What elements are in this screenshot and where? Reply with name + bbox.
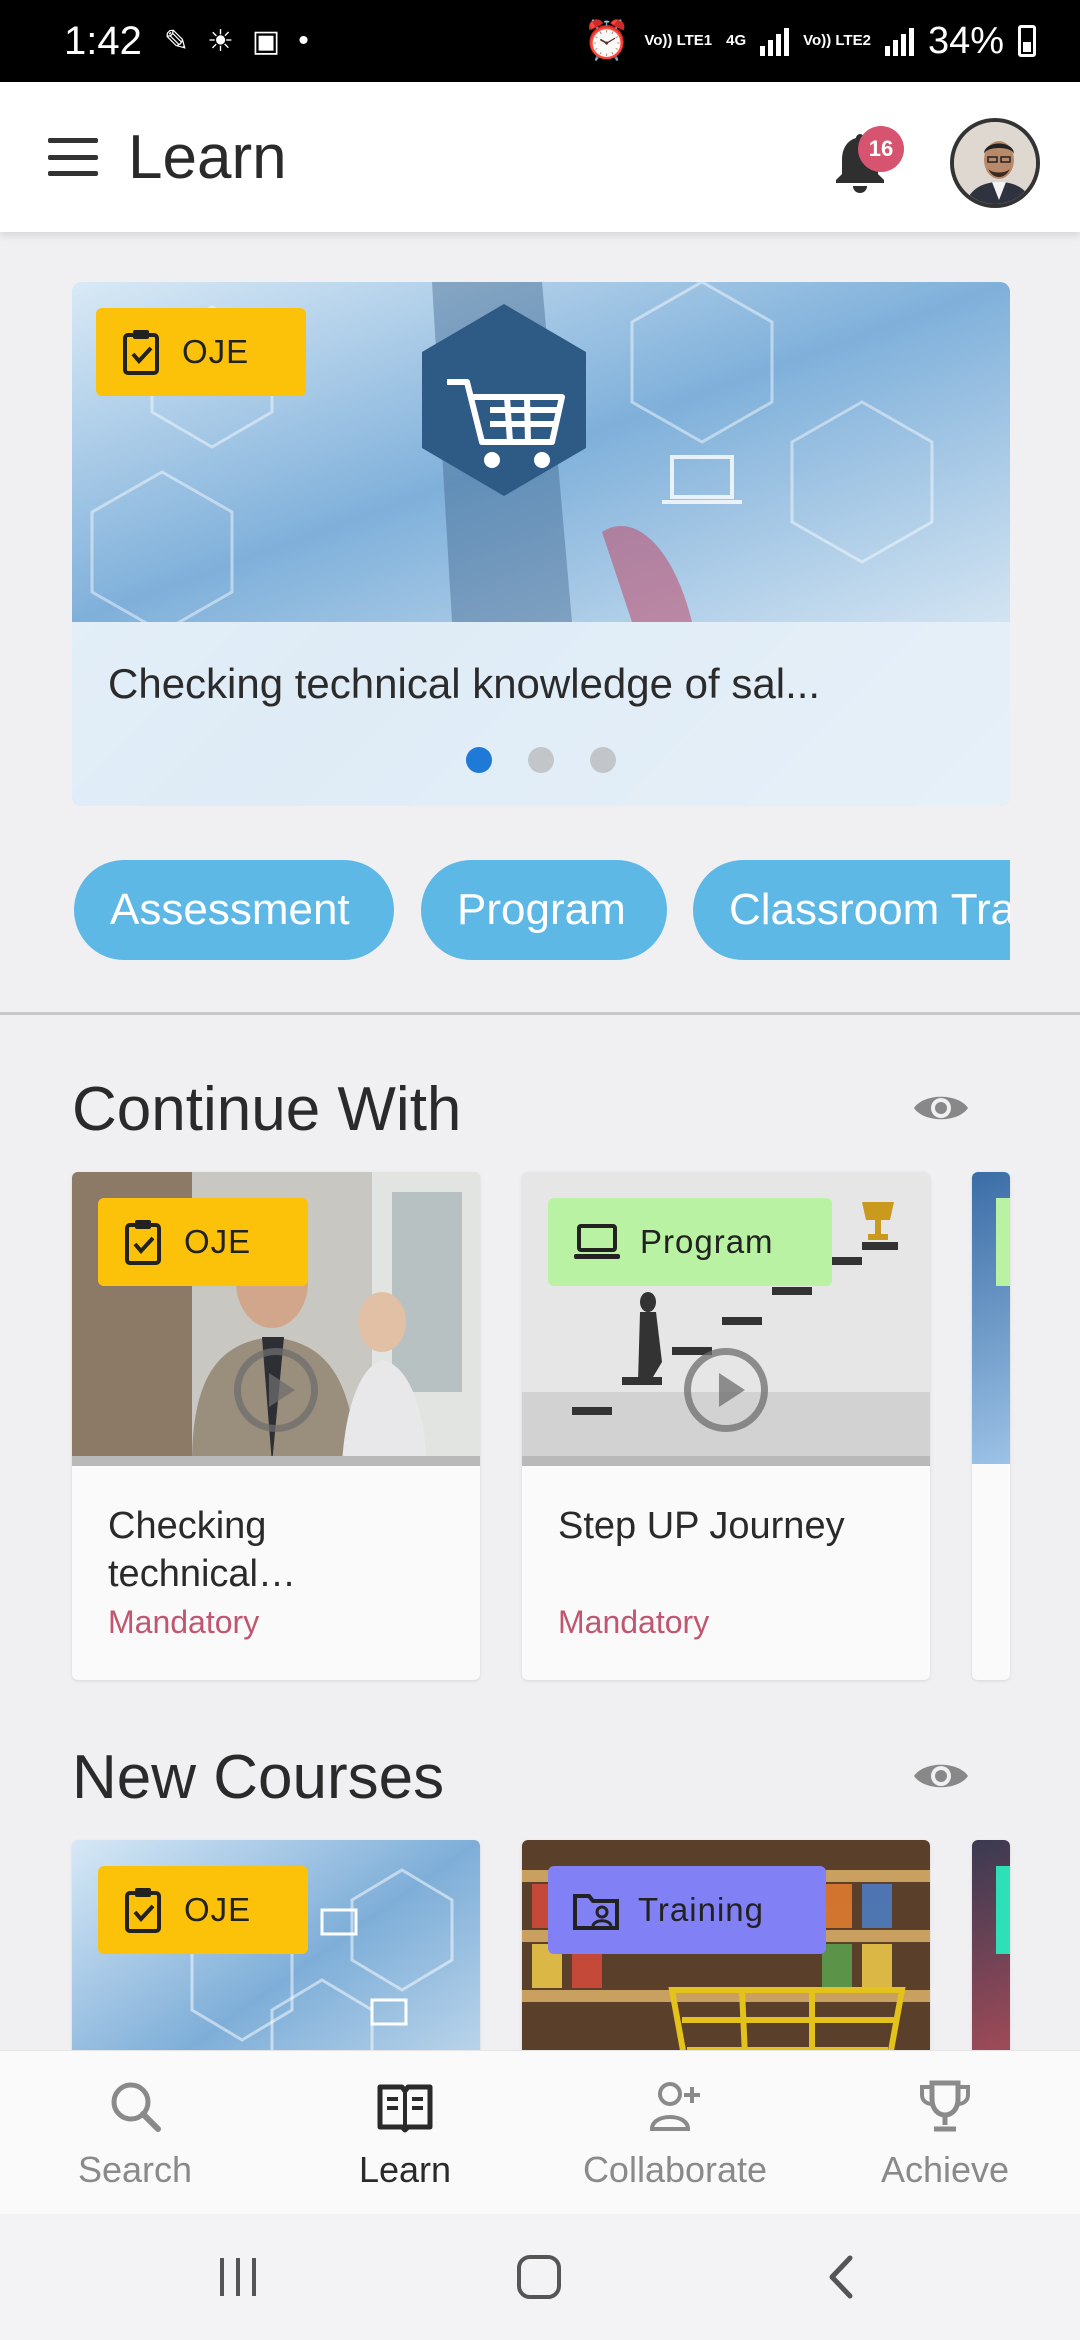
laptop-icon xyxy=(574,1224,620,1259)
alarm-icon: ⏰ xyxy=(583,20,631,62)
course-card[interactable]: Program Step UP Journey Mandatory xyxy=(522,1172,930,1680)
battery-percent: 34% xyxy=(927,19,1004,62)
sim1-label: Vo)) LTE1 xyxy=(644,32,713,49)
clipboard-check-icon xyxy=(125,1888,161,1933)
status-bar: 1:42 ✎ ☀ ▣ • ⏰ Vo)) LTE1 4G Vo)) LTE2 34… xyxy=(0,0,1080,82)
card-tag-label: OJE xyxy=(184,1223,252,1260)
network-type-label: 4G xyxy=(726,32,747,49)
hero-tag-label: OJE xyxy=(182,333,250,370)
carousel-dot[interactable] xyxy=(528,747,554,773)
new-courses-heading: New Courses xyxy=(72,1743,445,1812)
card-tag-program: Program xyxy=(548,1198,832,1286)
carousel-dot[interactable] xyxy=(590,747,616,773)
filter-pill-assessment[interactable]: Assessment xyxy=(74,860,394,960)
signal-icon xyxy=(760,26,790,56)
nav-label: Learn xyxy=(358,2149,452,2190)
filter-pill-program[interactable]: Program xyxy=(421,860,667,960)
profile-photo-icon xyxy=(954,122,1036,204)
nav-collaborate[interactable]: Collaborate xyxy=(540,2051,810,2215)
carousel-dot[interactable] xyxy=(466,747,492,773)
bottom-navigation: Search Learn Collaborate Achieve xyxy=(0,2050,1080,2214)
continue-with-heading: Continue With xyxy=(72,1075,462,1144)
battery-icon xyxy=(1018,25,1036,57)
card-tag-training: Training xyxy=(548,1866,826,1954)
avatar[interactable] xyxy=(950,118,1040,208)
hero-tag-oje: OJE xyxy=(96,308,306,396)
course-requirement: Mandatory xyxy=(108,1604,260,1640)
featured-carousel[interactable]: OJE Checking technical knowledge of sal.… xyxy=(72,282,1010,806)
page-title: Learn xyxy=(128,123,287,192)
eye-icon[interactable] xyxy=(912,1758,970,1794)
clipboard-check-icon xyxy=(123,330,159,375)
card-tag-oje: OJE xyxy=(98,1866,308,1954)
system-navigation-bar xyxy=(0,2214,1080,2340)
clipboard-check-icon xyxy=(125,1220,161,1265)
hamburger-menu-icon[interactable] xyxy=(48,138,98,176)
notification-badge: 16 xyxy=(858,126,904,172)
card-tag-label: OJE xyxy=(184,1891,252,1928)
recent-apps-icon[interactable] xyxy=(216,2256,260,2298)
nav-achieve[interactable]: Achieve xyxy=(810,2051,1080,2215)
back-icon[interactable] xyxy=(826,2254,856,2300)
card-tag-label: Program xyxy=(640,1223,774,1260)
nav-search[interactable]: Search xyxy=(0,2051,270,2215)
add-person-icon xyxy=(649,2082,700,2131)
hero-title[interactable]: Checking technical knowledge of sal... xyxy=(108,660,820,708)
book-icon xyxy=(377,2084,433,2133)
filter-pill-classroom[interactable]: Classroom Tra xyxy=(693,860,1010,960)
course-title: Step UP Journey xyxy=(558,1505,845,1547)
nav-label: Search xyxy=(77,2149,193,2190)
nav-label: Collaborate xyxy=(582,2149,768,2190)
nav-learn[interactable]: Learn xyxy=(270,2051,540,2215)
course-requirement: Mandatory xyxy=(558,1604,710,1640)
nav-label: Achieve xyxy=(880,2149,1010,2190)
missed-call-icon: ✎ xyxy=(163,24,189,58)
card-tag-label: Training xyxy=(638,1891,764,1928)
card-tag-oje: OJE xyxy=(98,1198,308,1286)
status-time: 1:42 xyxy=(64,18,142,63)
folder-person-icon xyxy=(573,1894,619,1930)
play-icon xyxy=(684,1348,768,1432)
eye-icon[interactable] xyxy=(912,1090,970,1126)
divider xyxy=(0,1012,1080,1015)
trophy-icon xyxy=(920,2080,970,2132)
category-filter-bar: Assessment Program Classroom Tra xyxy=(72,860,1010,960)
course-card-partial[interactable] xyxy=(972,1172,1010,1680)
more-notifications-icon: • xyxy=(298,24,309,57)
course-title: Checking technical… xyxy=(108,1505,296,1595)
teams-icon: ▣ xyxy=(251,24,281,58)
weather-icon: ☀ xyxy=(207,24,234,58)
signal-icon-2 xyxy=(884,26,914,56)
sim2-label: Vo)) LTE2 xyxy=(803,32,871,49)
play-icon xyxy=(234,1348,318,1432)
home-icon[interactable] xyxy=(516,2254,562,2300)
carousel-indicator xyxy=(72,747,1010,773)
course-card[interactable]: OJE Checking technical… Mandatory xyxy=(72,1172,480,1680)
app-bar: Learn 16 xyxy=(0,82,1080,232)
search-icon xyxy=(111,2082,161,2132)
